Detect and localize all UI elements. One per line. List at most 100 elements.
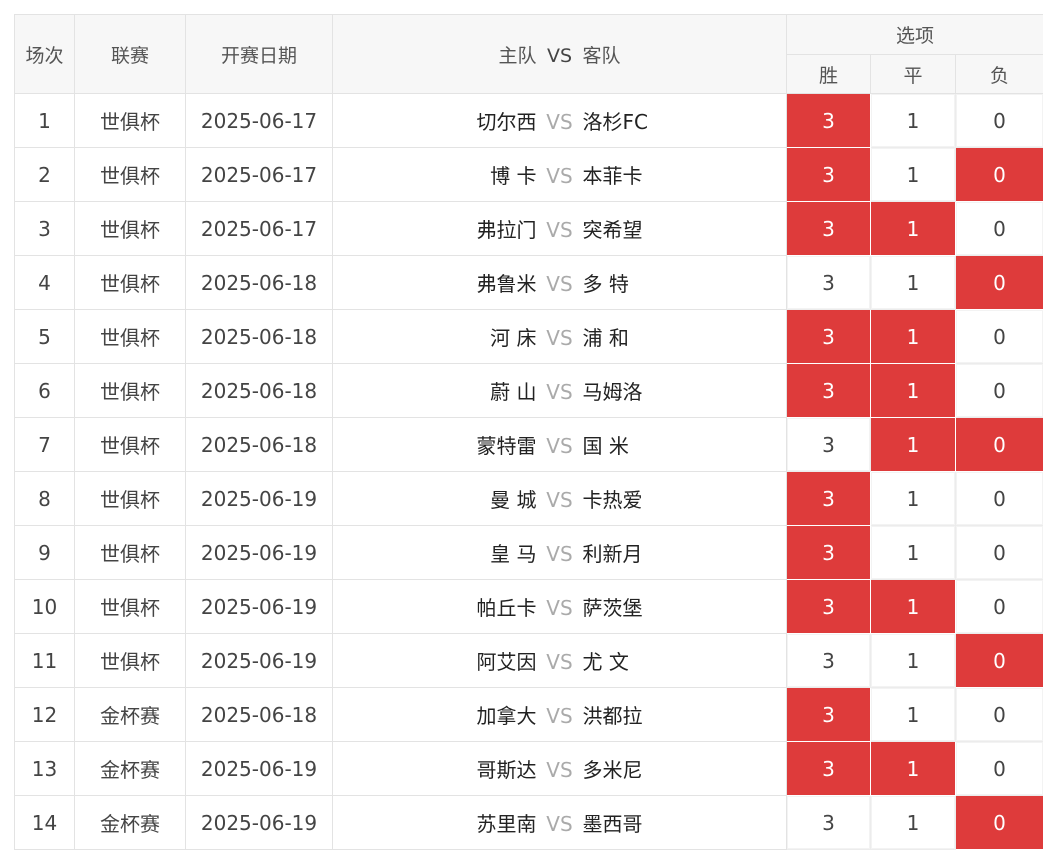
league-name: 世俱杯 xyxy=(74,363,186,418)
option-lose-button[interactable]: 0 xyxy=(954,795,1043,850)
away-team: 马姆洛 xyxy=(582,380,643,404)
option-lose-button[interactable]: 0 xyxy=(954,147,1043,202)
match-date: 2025-06-19 xyxy=(185,633,333,688)
option-lose-button[interactable]: 0 xyxy=(954,309,1043,364)
option-win-button[interactable]: 3 xyxy=(786,147,871,202)
league-name: 世俱杯 xyxy=(74,93,186,148)
option-lose-button[interactable]: 0 xyxy=(954,255,1043,310)
option-draw-button[interactable]: 1 xyxy=(870,363,956,418)
vs-label: VS xyxy=(546,704,573,728)
option-lose-button[interactable]: 0 xyxy=(954,633,1043,688)
option-win-button[interactable]: 3 xyxy=(786,201,871,256)
option-draw-button[interactable]: 1 xyxy=(870,309,956,364)
teams-cell: 弗拉门 VS 突希望 xyxy=(332,201,787,256)
vs-label: VS xyxy=(546,758,573,782)
option-draw-button[interactable]: 1 xyxy=(870,93,956,148)
option-win-button[interactable]: 3 xyxy=(786,741,871,796)
match-date: 2025-06-18 xyxy=(185,363,333,418)
option-win-button[interactable]: 3 xyxy=(786,633,871,688)
option-draw-button[interactable]: 1 xyxy=(870,633,956,688)
option-lose-button[interactable]: 0 xyxy=(954,687,1043,742)
match-rows: 1 世俱杯 2025-06-17 切尔西 VS 洛杉FC 3 1 0 2 世俱杯 2… xyxy=(14,93,1043,850)
option-win-button[interactable]: 3 xyxy=(786,309,871,364)
vs-label: VS xyxy=(546,434,573,458)
header-away: 客队 xyxy=(582,44,621,67)
option-draw-button[interactable]: 1 xyxy=(870,255,956,310)
league-name: 世俱杯 xyxy=(74,309,186,364)
option-lose-button[interactable]: 0 xyxy=(954,579,1043,634)
option-draw-button[interactable]: 1 xyxy=(870,687,956,742)
option-lose-button[interactable]: 0 xyxy=(954,201,1043,256)
table-row: 3 世俱杯 2025-06-17 弗拉门 VS 突希望 3 1 0 xyxy=(14,201,1043,256)
teams-cell: 加拿大 VS 洪都拉 xyxy=(332,687,787,742)
option-draw-button[interactable]: 1 xyxy=(870,741,956,796)
match-table: 场次 联赛 开赛日期 主队 VS 客队 选项 胜 平 负 1 世俱杯 2025-06… xyxy=(14,14,1043,850)
away-team: 利新月 xyxy=(582,542,643,566)
option-lose-button[interactable]: 0 xyxy=(954,363,1043,418)
home-team: 河 床 xyxy=(490,326,537,350)
home-team: 切尔西 xyxy=(476,110,537,134)
league-name: 金杯赛 xyxy=(74,795,186,850)
header-opt-win: 胜 xyxy=(786,54,871,94)
teams-cell: 阿艾因 VS 尤 文 xyxy=(332,633,787,688)
option-draw-button[interactable]: 1 xyxy=(870,525,956,580)
away-team: 萨茨堡 xyxy=(582,596,643,620)
option-lose-button[interactable]: 0 xyxy=(954,417,1043,472)
table-row: 4 世俱杯 2025-06-18 弗鲁米 VS 多 特 3 1 0 xyxy=(14,255,1043,310)
option-win-button[interactable]: 3 xyxy=(786,795,871,850)
option-lose-button[interactable]: 0 xyxy=(954,741,1043,796)
table-row: 6 世俱杯 2025-06-18 蔚 山 VS 马姆洛 3 1 0 xyxy=(14,363,1043,418)
away-team: 洪都拉 xyxy=(582,704,643,728)
vs-label: VS xyxy=(546,272,573,296)
option-draw-button[interactable]: 1 xyxy=(870,201,956,256)
option-draw-button[interactable]: 1 xyxy=(870,417,956,472)
option-win-button[interactable]: 3 xyxy=(786,93,871,148)
option-lose-button[interactable]: 0 xyxy=(954,525,1043,580)
match-date: 2025-06-19 xyxy=(185,741,333,796)
table-row: 13 金杯赛 2025-06-19 哥斯达 VS 多米尼 3 1 0 xyxy=(14,741,1043,796)
option-draw-button[interactable]: 1 xyxy=(870,579,956,634)
teams-cell: 皇 马 VS 利新月 xyxy=(332,525,787,580)
match-no: 9 xyxy=(14,525,75,580)
option-win-button[interactable]: 3 xyxy=(786,579,871,634)
match-no: 6 xyxy=(14,363,75,418)
league-name: 世俱杯 xyxy=(74,201,186,256)
option-lose-button[interactable]: 0 xyxy=(954,93,1043,148)
table-row: 14 金杯赛 2025-06-19 苏里南 VS 墨西哥 3 1 0 xyxy=(14,795,1043,850)
option-win-button[interactable]: 3 xyxy=(786,525,871,580)
home-team: 苏里南 xyxy=(476,812,537,836)
vs-label: VS xyxy=(546,596,573,620)
option-win-button[interactable]: 3 xyxy=(786,417,871,472)
option-draw-button[interactable]: 1 xyxy=(870,795,956,850)
vs-label: VS xyxy=(546,650,573,674)
header-teams: 主队 VS 客队 xyxy=(332,14,787,94)
league-name: 世俱杯 xyxy=(74,633,186,688)
match-no: 14 xyxy=(14,795,75,850)
teams-cell: 哥斯达 VS 多米尼 xyxy=(332,741,787,796)
league-name: 世俱杯 xyxy=(74,579,186,634)
option-lose-button[interactable]: 0 xyxy=(954,471,1043,526)
option-win-button[interactable]: 3 xyxy=(786,363,871,418)
match-no: 13 xyxy=(14,741,75,796)
away-team: 卡热爱 xyxy=(582,488,643,512)
away-team: 墨西哥 xyxy=(582,812,643,836)
option-draw-button[interactable]: 1 xyxy=(870,471,956,526)
option-draw-button[interactable]: 1 xyxy=(870,147,956,202)
home-team: 弗拉门 xyxy=(476,218,537,242)
match-date: 2025-06-18 xyxy=(185,309,333,364)
header-opt-lose: 负 xyxy=(954,54,1043,94)
match-date: 2025-06-19 xyxy=(185,795,333,850)
table-row: 12 金杯赛 2025-06-18 加拿大 VS 洪都拉 3 1 0 xyxy=(14,687,1043,742)
option-win-button[interactable]: 3 xyxy=(786,255,871,310)
away-team: 本菲卡 xyxy=(582,164,643,188)
table-row: 5 世俱杯 2025-06-18 河 床 VS 浦 和 3 1 0 xyxy=(14,309,1043,364)
match-date: 2025-06-18 xyxy=(185,417,333,472)
match-date: 2025-06-19 xyxy=(185,579,333,634)
teams-cell: 蒙特雷 VS 国 米 xyxy=(332,417,787,472)
teams-cell: 河 床 VS 浦 和 xyxy=(332,309,787,364)
vs-label: VS xyxy=(546,110,573,134)
option-win-button[interactable]: 3 xyxy=(786,471,871,526)
option-win-button[interactable]: 3 xyxy=(786,687,871,742)
home-team: 哥斯达 xyxy=(476,758,537,782)
match-no: 5 xyxy=(14,309,75,364)
